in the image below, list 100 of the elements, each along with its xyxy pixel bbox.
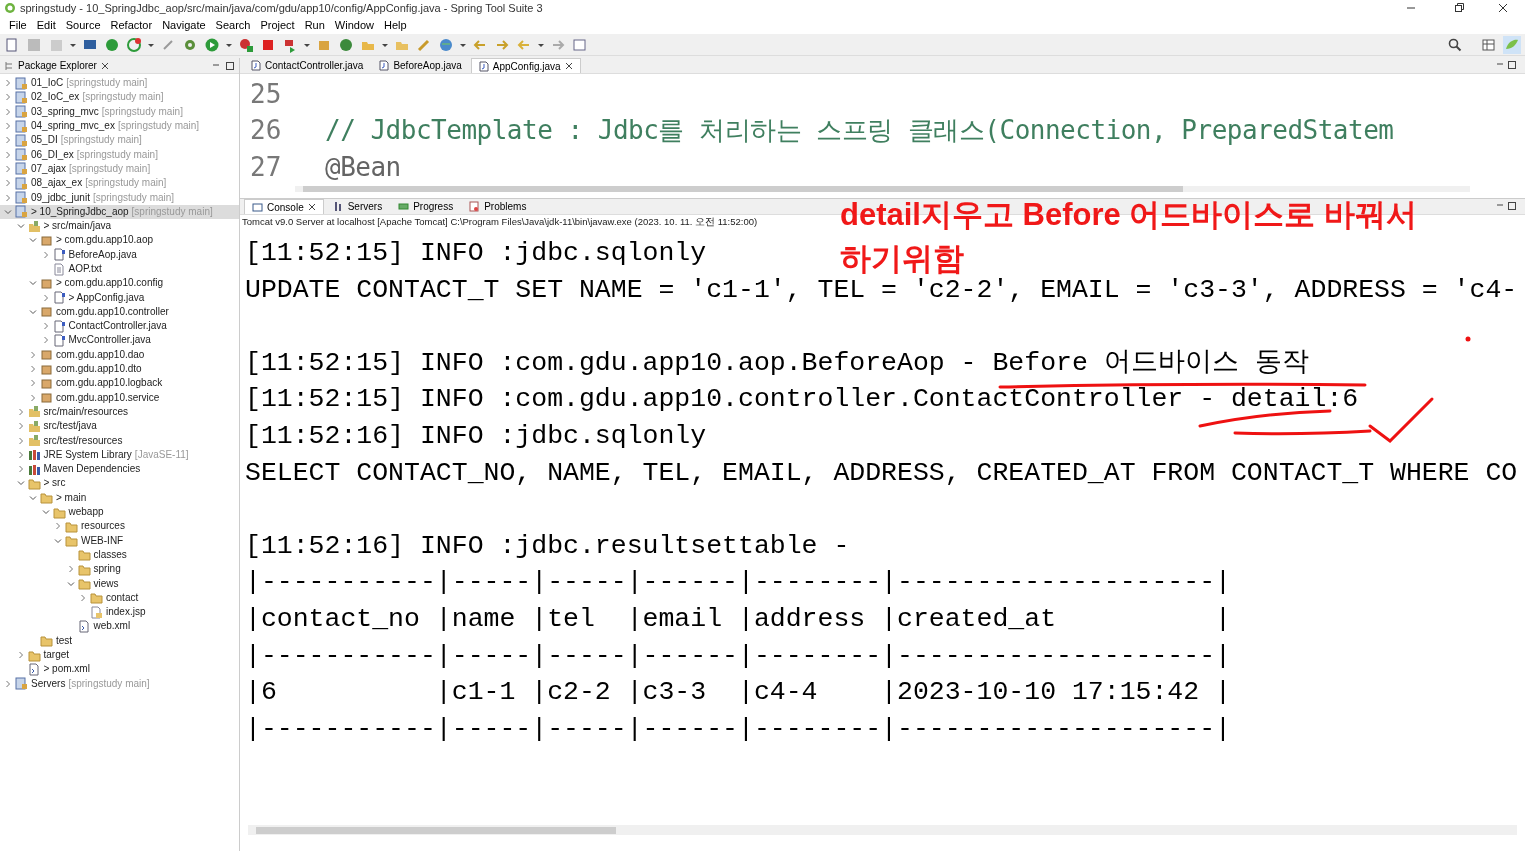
collapsed-chevron-icon[interactable]: [4, 150, 12, 159]
collapsed-chevron-icon[interactable]: [4, 179, 12, 188]
tree-item[interactable]: > pom.xml: [0, 662, 239, 677]
expanded-chevron-icon[interactable]: [4, 207, 12, 216]
tree-item[interactable]: MvcController.java: [0, 333, 239, 348]
collapsed-chevron-icon[interactable]: [16, 465, 25, 474]
collapsed-chevron-icon[interactable]: [4, 136, 12, 145]
expanded-chevron-icon[interactable]: [66, 579, 75, 588]
collapsed-chevron-icon[interactable]: [4, 193, 12, 202]
tab[interactable]: ContactController.java: [244, 58, 371, 73]
collapsed-chevron-icon[interactable]: [4, 679, 12, 688]
tree-item[interactable]: com.gdu.app10.service: [0, 390, 239, 405]
horizontal-scrollbar[interactable]: [248, 825, 1517, 835]
tree-item[interactable]: 09_jdbc_junit [springstudy main]: [0, 190, 239, 205]
debug-icon[interactable]: [104, 36, 120, 53]
maximize-icon[interactable]: [225, 60, 235, 71]
collapsed-chevron-icon[interactable]: [4, 79, 12, 88]
tree-item[interactable]: > src/main/java: [0, 218, 239, 234]
globe-icon[interactable]: [438, 36, 454, 53]
tree-item[interactable]: > com.gdu.app10.config: [0, 276, 239, 291]
tree-item[interactable]: target: [0, 647, 239, 663]
tree-item[interactable]: com.gdu.app10.dto: [0, 361, 239, 377]
save-icon[interactable]: [26, 36, 42, 53]
tree-item[interactable]: 06_DI_ex [springstudy main]: [0, 147, 239, 162]
collapsed-chevron-icon[interactable]: [4, 164, 12, 173]
window-icon[interactable]: [572, 36, 588, 53]
tree-item[interactable]: AOP.txt: [0, 261, 239, 277]
tab[interactable]: Servers: [325, 199, 390, 214]
close-icon[interactable]: [1497, 2, 1509, 14]
expanded-chevron-icon[interactable]: [29, 279, 37, 288]
horizontal-scrollbar[interactable]: [295, 185, 1470, 192]
menu-item[interactable]: Navigate: [157, 16, 211, 34]
expanded-chevron-icon[interactable]: [16, 222, 25, 231]
collapsed-chevron-icon[interactable]: [29, 393, 37, 402]
menu-item[interactable]: Run: [299, 16, 330, 34]
collapsed-chevron-icon[interactable]: [29, 379, 37, 388]
tab[interactable]: Console: [244, 199, 324, 214]
tree-item[interactable]: test: [0, 633, 239, 648]
tree-item[interactable]: Maven Dependencies: [0, 462, 239, 477]
expanded-chevron-icon[interactable]: [41, 508, 50, 517]
close-icon[interactable]: [564, 62, 573, 70]
collapsed-chevron-icon[interactable]: [16, 450, 25, 459]
maximize-icon[interactable]: [1507, 201, 1517, 211]
refresh-icon[interactable]: [126, 36, 142, 53]
tree-item[interactable]: > com.gdu.app10.aop: [0, 233, 239, 248]
expanded-chevron-icon[interactable]: [29, 236, 37, 245]
tab[interactable]: BeforeAop.java: [372, 58, 469, 73]
menu-item[interactable]: Help: [379, 16, 412, 34]
menu-item[interactable]: Search: [210, 16, 256, 34]
restore-icon[interactable]: [1453, 2, 1465, 14]
close-icon[interactable]: [100, 61, 109, 70]
tree-item[interactable]: src/test/java: [0, 419, 239, 434]
collapsed-chevron-icon[interactable]: [16, 407, 25, 416]
tree-item[interactable]: src/main/resources: [0, 404, 239, 420]
tree-item[interactable]: 07_ajax [springstudy main]: [0, 161, 239, 177]
run-icon[interactable]: [204, 36, 220, 53]
collapsed-chevron-icon[interactable]: [41, 293, 50, 302]
tree-item[interactable]: 01_IoC [springstudy main]: [0, 76, 239, 91]
tree-item[interactable]: contact: [0, 590, 239, 605]
tree-item[interactable]: 08_ajax_ex [springstudy main]: [0, 176, 239, 191]
tab[interactable]: Progress: [391, 199, 461, 214]
scrollbar-thumb[interactable]: [256, 826, 616, 834]
run-config-icon[interactable]: [238, 36, 254, 53]
tree-item[interactable]: 02_IoC_ex [springstudy main]: [0, 90, 239, 105]
collapsed-chevron-icon[interactable]: [79, 593, 87, 602]
tree-item[interactable]: webapp: [0, 504, 239, 520]
collapsed-chevron-icon[interactable]: [16, 436, 25, 445]
tree-item[interactable]: 04_spring_mvc_ex [springstudy main]: [0, 118, 239, 134]
menu-item[interactable]: Edit: [31, 16, 61, 34]
tree-item[interactable]: 03_spring_mvc [springstudy main]: [0, 104, 239, 119]
menu-item[interactable]: Window: [329, 16, 379, 34]
spring-perspective-icon[interactable]: [1503, 35, 1521, 54]
collapsed-chevron-icon[interactable]: [29, 365, 37, 374]
tree-item[interactable]: Servers [springstudy main]: [0, 676, 239, 691]
maximize-icon[interactable]: [1507, 60, 1517, 70]
tree-item[interactable]: classes: [0, 547, 239, 563]
collapsed-chevron-icon[interactable]: [4, 93, 12, 102]
collapsed-chevron-icon[interactable]: [4, 122, 12, 131]
tree-item[interactable]: WEB-INF: [0, 533, 239, 548]
collapsed-chevron-icon[interactable]: [41, 322, 50, 331]
collapsed-chevron-icon[interactable]: [29, 350, 37, 359]
tree-item[interactable]: ContactController.java: [0, 319, 239, 334]
tree-item[interactable]: com.gdu.app10.logback: [0, 376, 239, 391]
tree-item[interactable]: > AppConfig.java: [0, 290, 239, 305]
tree-item[interactable]: resources: [0, 519, 239, 534]
tree-item[interactable]: BeforeAop.java: [0, 247, 239, 262]
expanded-chevron-icon[interactable]: [54, 536, 62, 545]
tab[interactable]: AppConfig.java: [470, 58, 581, 73]
tree-item[interactable]: com.gdu.app10.controller: [0, 304, 239, 320]
tree-item[interactable]: > src: [0, 476, 239, 491]
collapsed-chevron-icon[interactable]: [41, 336, 50, 345]
expanded-chevron-icon[interactable]: [29, 307, 37, 316]
scrollbar-thumb[interactable]: [303, 185, 1183, 192]
expanded-chevron-icon[interactable]: [29, 493, 37, 502]
menu-item[interactable]: File: [4, 16, 32, 34]
expanded-chevron-icon[interactable]: [16, 479, 25, 488]
tree-item[interactable]: > main: [0, 490, 239, 505]
search-icon[interactable]: [1447, 36, 1463, 53]
collapsed-chevron-icon[interactable]: [54, 522, 62, 531]
collapsed-chevron-icon[interactable]: [66, 565, 75, 574]
